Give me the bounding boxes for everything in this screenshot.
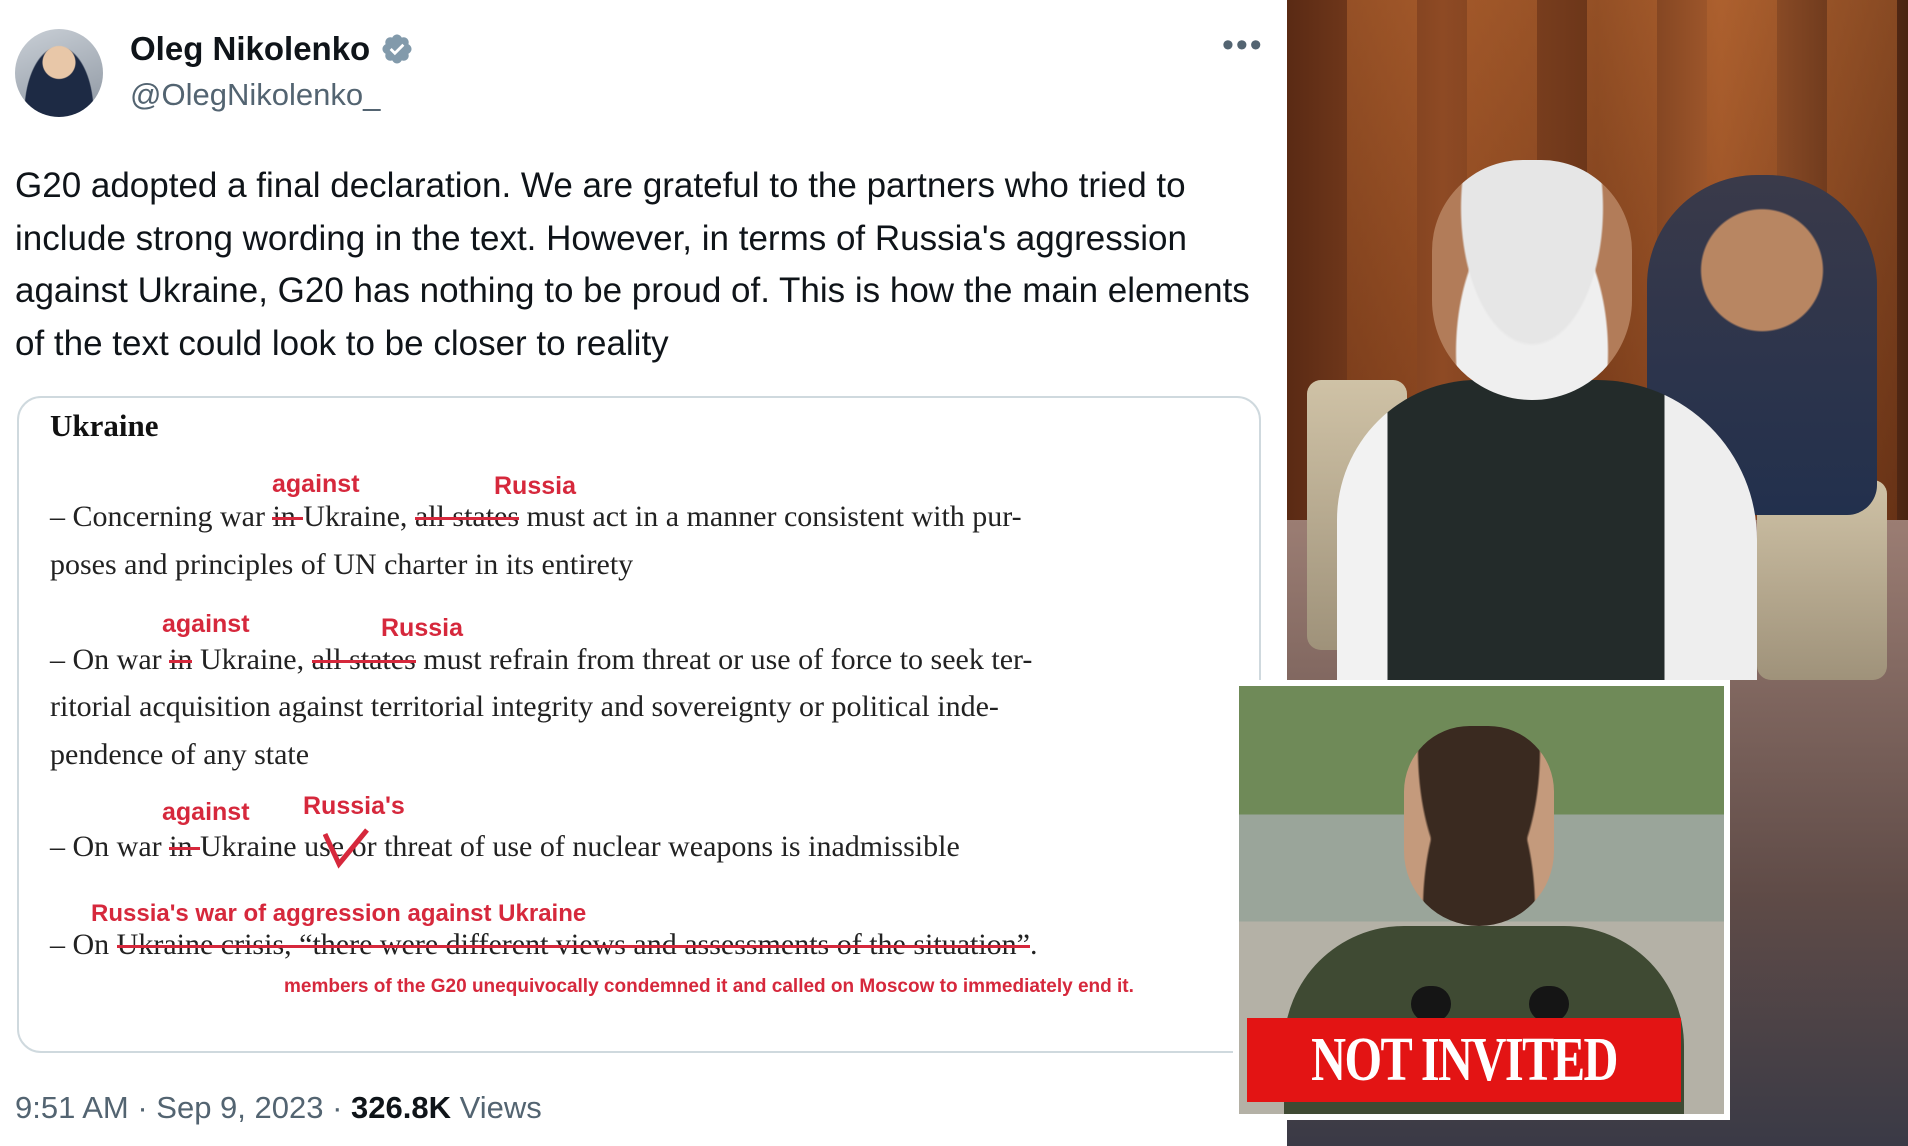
tweet-text: G20 adopted a final declaration. We are …: [15, 166, 1250, 363]
avatar[interactable]: [15, 29, 103, 117]
views-count: 326.8K: [351, 1090, 452, 1125]
author-row: Oleg Nikolenko: [130, 30, 414, 68]
caret-insert-mark: [323, 828, 369, 869]
insert-russia-2: Russia: [381, 614, 463, 642]
insert-russias-war: Russia's war of aggression against Ukrai…: [91, 900, 587, 927]
insert-condemned: members of the G20 unequivocally condemn…: [284, 976, 1134, 997]
attached-image-card[interactable]: Ukraine against Russia – Concerning war …: [17, 396, 1261, 1053]
p3-line1: – On war in Ukraine use or threat of use…: [50, 830, 960, 863]
views-label: Views: [451, 1090, 542, 1125]
insert-russias: Russia's: [303, 792, 405, 820]
struck-text: in: [169, 830, 200, 863]
struck-text: Ukraine crisis,: [116, 928, 292, 961]
handle[interactable]: @OlegNikolenko_: [130, 77, 380, 113]
p1-line1: – Concerning war in Ukraine, all states …: [50, 500, 1022, 533]
timestamp[interactable]: 9:51 AM · Sep 9, 2023 ·: [15, 1090, 351, 1125]
struck-text: in: [169, 643, 193, 676]
p2-line3: pendence of any state: [50, 738, 310, 771]
p2-line2: ritorial acquisition against territorial…: [50, 690, 999, 723]
struck-text: “there were different views and assessme…: [291, 928, 1030, 961]
insert-russia-1: Russia: [494, 472, 576, 500]
inset-photo: NOT INVITED: [1233, 680, 1730, 1120]
p2-line1: – On war in Ukraine, all states must ref…: [50, 643, 1033, 676]
struck-text: in: [272, 500, 304, 533]
verified-badge-icon: [382, 34, 412, 64]
insert-against-2: against: [162, 610, 250, 638]
struck-text: all states: [414, 500, 520, 533]
more-options-icon[interactable]: •••: [1222, 26, 1264, 65]
insert-against-1: against: [272, 470, 360, 498]
inset-portrait: [1404, 726, 1554, 926]
tweet: Oleg Nikolenko @OlegNikolenko_ ••• G20 a…: [0, 0, 1287, 1146]
p4-line1: – On Ukraine crisis, “there were differe…: [50, 928, 1038, 961]
p1-line2: poses and principles of UN charter in it…: [50, 548, 634, 581]
seated-leader: [1337, 380, 1757, 680]
tweet-meta: 9:51 AM · Sep 9, 2023 · 326.8K Views: [15, 1090, 542, 1126]
not-invited-banner: NOT INVITED: [1247, 1018, 1681, 1102]
struck-text: all states: [311, 643, 416, 676]
display-name[interactable]: Oleg Nikolenko: [130, 30, 370, 68]
insert-against-3: against: [162, 798, 250, 826]
card-title: Ukraine: [50, 408, 159, 443]
